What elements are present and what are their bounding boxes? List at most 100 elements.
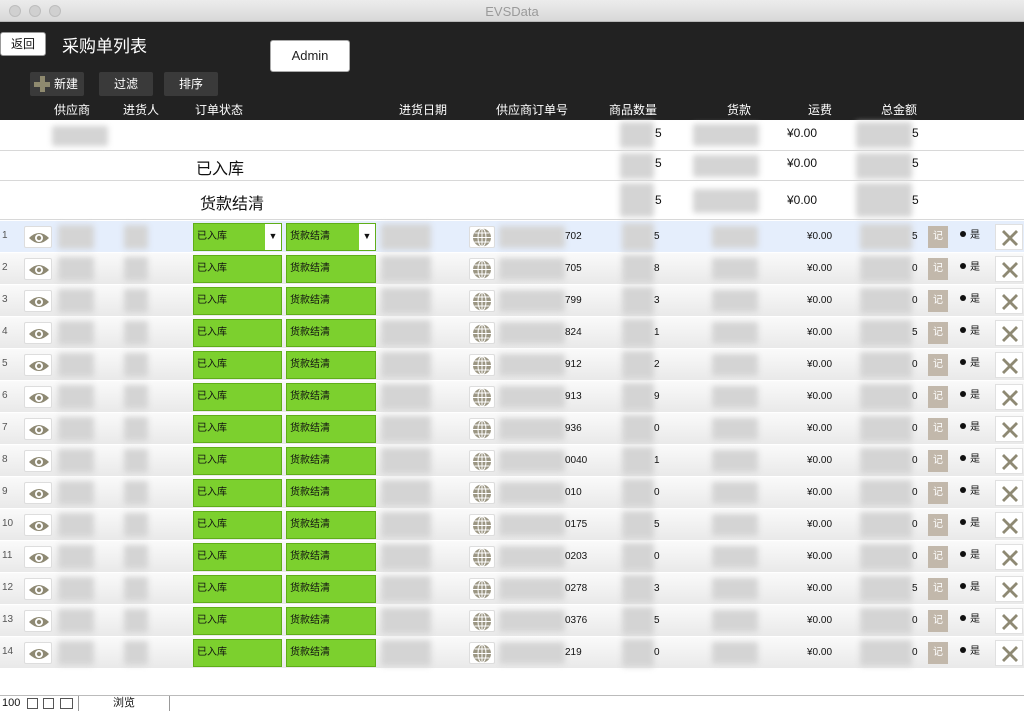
- delete-button[interactable]: [995, 448, 1023, 474]
- view-button[interactable]: [24, 322, 52, 344]
- stock-status-select[interactable]: 已入库 ▼: [193, 223, 282, 251]
- delete-button[interactable]: [995, 480, 1023, 506]
- view-button[interactable]: [24, 258, 52, 280]
- payment-status-select[interactable]: 货款结清: [286, 287, 376, 315]
- view-button[interactable]: [24, 546, 52, 568]
- view-button[interactable]: [24, 578, 52, 600]
- open-link-button[interactable]: [469, 578, 495, 600]
- view-button[interactable]: [24, 354, 52, 376]
- table-row[interactable]: 8 已入库 货款结清 0040 1 ¥0.00 0 记 是: [0, 445, 1024, 477]
- delete-button[interactable]: [995, 512, 1023, 538]
- note-button[interactable]: 记: [928, 450, 948, 472]
- view-button[interactable]: [24, 290, 52, 312]
- stock-status-select[interactable]: 已入库: [193, 287, 282, 315]
- open-link-button[interactable]: [469, 546, 495, 568]
- paid-radio[interactable]: 是: [960, 290, 980, 305]
- note-button[interactable]: 记: [928, 578, 948, 600]
- payment-status-select[interactable]: 货款结清: [286, 447, 376, 475]
- paid-radio[interactable]: 是: [960, 226, 980, 241]
- minus-icon[interactable]: [27, 698, 38, 709]
- payment-status-select[interactable]: 货款结清 ▼: [286, 223, 376, 251]
- view-button[interactable]: [24, 226, 52, 248]
- note-button[interactable]: 记: [928, 386, 948, 408]
- stock-status-select[interactable]: 已入库: [193, 351, 282, 379]
- delete-button[interactable]: [995, 608, 1023, 634]
- stock-status-select[interactable]: 已入库: [193, 543, 282, 571]
- payment-status-select[interactable]: 货款结清: [286, 255, 376, 283]
- view-button[interactable]: [24, 418, 52, 440]
- delete-button[interactable]: [995, 640, 1023, 666]
- table-row[interactable]: 14 已入库 货款结清 219 0 ¥0.00 0 记是: [0, 637, 1024, 669]
- delete-button[interactable]: [995, 224, 1023, 250]
- payment-status-select[interactable]: 货款结清: [286, 383, 376, 411]
- note-button[interactable]: 记: [928, 258, 948, 280]
- col-order-status[interactable]: 订单状态: [195, 101, 243, 118]
- view-button[interactable]: [24, 642, 52, 664]
- col-payment[interactable]: 货款: [727, 101, 751, 118]
- open-link-button[interactable]: [469, 482, 495, 504]
- paid-radio[interactable]: 是: [960, 546, 980, 561]
- table-row[interactable]: 5 已入库 货款结清 912 2 ¥0.00 0 记 是: [0, 349, 1024, 381]
- note-button[interactable]: 记: [928, 290, 948, 312]
- layout-icon[interactable]: [60, 698, 73, 709]
- open-link-button[interactable]: [469, 226, 495, 248]
- col-total[interactable]: 总金额: [881, 101, 917, 118]
- table-row[interactable]: 7 已入库 货款结清 936 0 ¥0.00 0 记是: [0, 413, 1024, 445]
- stock-status-select[interactable]: 已入库: [193, 639, 282, 667]
- col-buyer[interactable]: 进货人: [123, 101, 159, 118]
- note-button[interactable]: 记: [928, 482, 948, 504]
- payment-status-select[interactable]: 货款结清: [286, 511, 376, 539]
- delete-button[interactable]: [995, 384, 1023, 410]
- delete-button[interactable]: [995, 352, 1023, 378]
- col-date[interactable]: 进货日期: [399, 101, 447, 118]
- back-button[interactable]: 返回: [0, 32, 46, 56]
- delete-button[interactable]: [995, 544, 1023, 570]
- table-row[interactable]: 3 已入库 货款结清 799 3 ¥0.00 0 记 是: [0, 285, 1024, 317]
- delete-button[interactable]: [995, 576, 1023, 602]
- delete-button[interactable]: [995, 288, 1023, 314]
- stock-status-select[interactable]: 已入库: [193, 511, 282, 539]
- stock-status-select[interactable]: 已入库: [193, 447, 282, 475]
- col-supplier-order-no[interactable]: 供应商订单号: [496, 101, 568, 118]
- paid-radio[interactable]: 是: [960, 386, 980, 401]
- filter-button[interactable]: 过滤: [99, 72, 153, 96]
- table-row[interactable]: 12 已入库 货款结清 0278 3 ¥0.00 5 记 是: [0, 573, 1024, 605]
- open-link-button[interactable]: [469, 290, 495, 312]
- stock-status-select[interactable]: 已入库: [193, 415, 282, 443]
- open-link-button[interactable]: [469, 322, 495, 344]
- payment-status-select[interactable]: 货款结清: [286, 351, 376, 379]
- open-link-button[interactable]: [469, 386, 495, 408]
- payment-status-select[interactable]: 货款结清: [286, 319, 376, 347]
- paid-radio[interactable]: 是: [960, 578, 980, 593]
- table-row[interactable]: 1 已入库 ▼ 货款结清 ▼ 702 5 ¥0.00 5 记是: [0, 221, 1024, 253]
- browse-mode-tab[interactable]: 浏览: [78, 696, 170, 711]
- view-button[interactable]: [24, 514, 52, 536]
- open-link-button[interactable]: [469, 418, 495, 440]
- payment-status-select[interactable]: 货款结清: [286, 607, 376, 635]
- table-row[interactable]: 2 已入库 货款结清 705 8 ¥0.00 0 记 是: [0, 253, 1024, 285]
- col-qty[interactable]: 商品数量: [609, 101, 657, 118]
- paid-radio[interactable]: 是: [960, 418, 980, 433]
- note-button[interactable]: 记: [928, 546, 948, 568]
- view-button[interactable]: [24, 450, 52, 472]
- open-link-button[interactable]: [469, 642, 495, 664]
- stock-status-select[interactable]: 已入库: [193, 575, 282, 603]
- col-freight[interactable]: 运费: [808, 101, 832, 118]
- dropdown-arrow-icon[interactable]: ▼: [265, 224, 281, 250]
- note-button[interactable]: 记: [928, 610, 948, 632]
- stock-status-select[interactable]: 已入库: [193, 479, 282, 507]
- table-row[interactable]: 10 已入库 货款结清 0175 5 ¥0.00 0 记 是: [0, 509, 1024, 541]
- stock-status-select[interactable]: 已入库: [193, 319, 282, 347]
- note-button[interactable]: 记: [928, 642, 948, 664]
- paid-radio[interactable]: 是: [960, 610, 980, 625]
- note-button[interactable]: 记: [928, 354, 948, 376]
- view-button[interactable]: [24, 482, 52, 504]
- view-button[interactable]: [24, 386, 52, 408]
- table-row[interactable]: 9 已入库 货款结清 010 0 ¥0.00 0 记是: [0, 477, 1024, 509]
- table-row[interactable]: 13 已入库 货款结清 0376 5 ¥0.00 0 记 是: [0, 605, 1024, 637]
- stock-status-select[interactable]: 已入库: [193, 607, 282, 635]
- delete-button[interactable]: [995, 416, 1023, 442]
- delete-button[interactable]: [995, 320, 1023, 346]
- paid-radio[interactable]: 是: [960, 482, 980, 497]
- stock-status-select[interactable]: 已入库: [193, 383, 282, 411]
